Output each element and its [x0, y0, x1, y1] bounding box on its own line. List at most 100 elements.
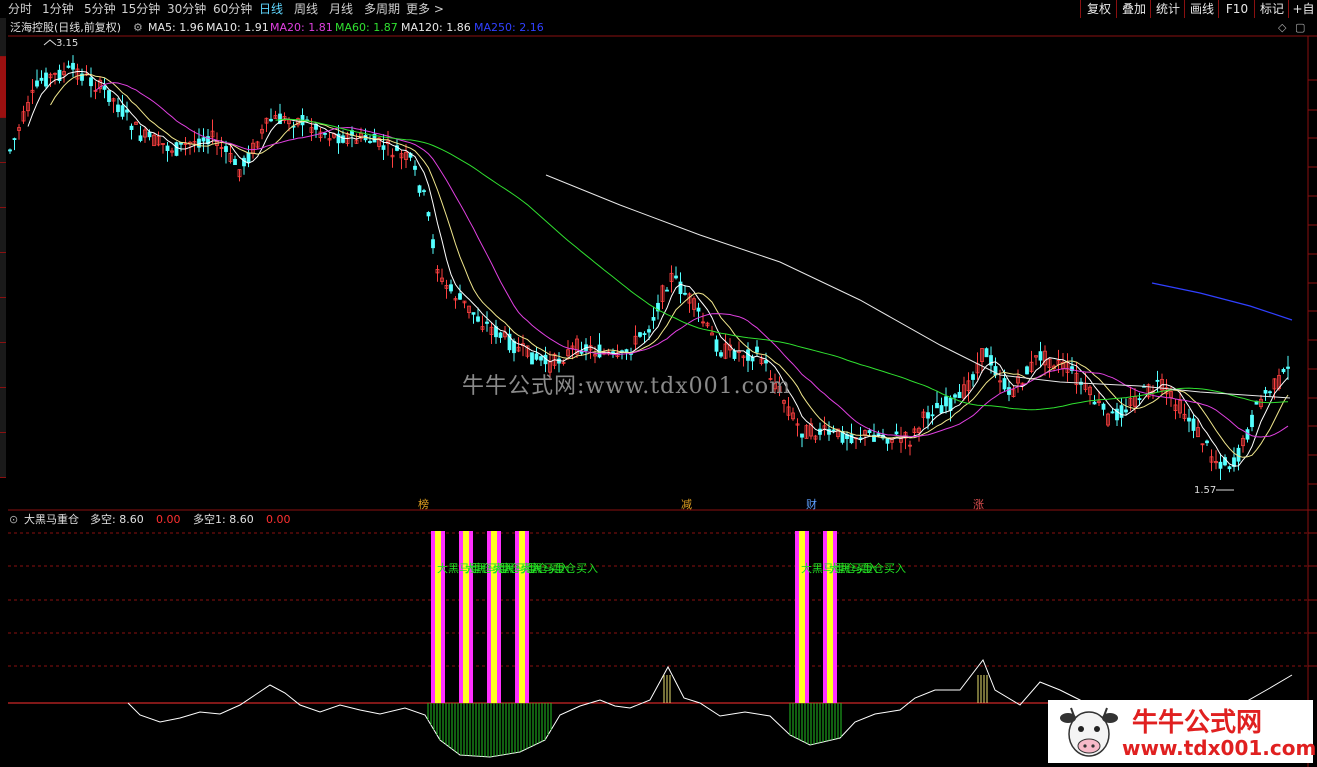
- candle-body: [471, 312, 476, 315]
- candle-body: [696, 307, 701, 312]
- candle-body: [1137, 398, 1142, 401]
- signal-label: 大黑马重仓买入: [829, 562, 906, 575]
- candle-body: [1191, 418, 1196, 431]
- candle-body: [714, 339, 719, 352]
- candle-body: [1286, 366, 1290, 369]
- candle-body: [894, 431, 899, 435]
- buy-signal-bar-core: [519, 531, 525, 703]
- watermark-text: 牛牛公式网:www.tdx001.com: [462, 374, 792, 399]
- candle-body: [431, 239, 435, 249]
- candle-body: [1007, 387, 1011, 395]
- candle-body: [233, 158, 237, 166]
- buy-signal-bar-core: [463, 531, 469, 703]
- candle-body: [201, 137, 206, 142]
- candle-body: [1101, 403, 1106, 410]
- candle-body: [831, 429, 836, 432]
- indicator-collapse-icon[interactable]: ⊙: [9, 512, 18, 528]
- candle-body: [530, 352, 534, 365]
- candle-body: [413, 165, 417, 170]
- candle-body: [120, 105, 125, 117]
- candle-body: [755, 346, 759, 353]
- candle-body: [1218, 461, 1223, 469]
- candle-body: [1110, 411, 1115, 414]
- candle-body: [674, 275, 678, 279]
- candle-body: [719, 352, 723, 357]
- cow-mascot-icon: [1060, 707, 1118, 757]
- candle-body: [476, 316, 480, 322]
- candle-body: [683, 292, 687, 295]
- candle-body: [953, 394, 957, 398]
- ma5-line: [27, 71, 1289, 467]
- indicator-value-2-extra: 0.00: [266, 513, 291, 526]
- candle-body: [638, 332, 642, 337]
- event-marker[interactable]: 财: [806, 496, 817, 512]
- candle-body: [948, 397, 953, 411]
- site-logo: 牛牛公式网 www.tdx001.com: [1048, 700, 1316, 763]
- candle-body: [381, 145, 386, 150]
- candle-body: [930, 414, 935, 417]
- candle-body: [1155, 379, 1160, 382]
- candle-body: [39, 77, 44, 81]
- high-arrow: [43, 39, 57, 46]
- candle-body: [422, 190, 426, 193]
- event-marker[interactable]: 涨: [973, 496, 984, 512]
- candle-body: [944, 396, 948, 407]
- candle-body: [246, 152, 251, 163]
- candle-body: [971, 374, 975, 380]
- candle-body: [984, 348, 989, 358]
- candle-body: [12, 138, 17, 141]
- candle-body: [534, 353, 539, 360]
- candle-body: [885, 438, 890, 444]
- buy-signal-bar-core: [827, 531, 833, 703]
- candle-body: [1250, 414, 1254, 428]
- candle-body: [858, 437, 863, 440]
- indicator-name: 大黑马重仓: [24, 513, 79, 526]
- candle-body: [89, 77, 93, 87]
- candle-body: [1236, 447, 1241, 462]
- candle-body: [341, 135, 345, 143]
- candle-body: [498, 332, 503, 338]
- candle-body: [174, 142, 179, 156]
- candle-body: [8, 149, 12, 152]
- candle-body: [224, 146, 228, 152]
- candle-body: [957, 391, 962, 399]
- ma120-line: [545, 174, 1291, 399]
- candle-body: [764, 360, 768, 364]
- candle-body: [642, 333, 647, 336]
- candle-body: [107, 90, 111, 102]
- buy-signal-bar-core: [435, 531, 441, 703]
- candle-body: [116, 104, 120, 113]
- candle-body: [1038, 351, 1043, 361]
- candle-body: [1092, 401, 1097, 405]
- candle-body: [44, 72, 48, 87]
- candle-body: [512, 340, 516, 354]
- candle-body: [323, 133, 327, 135]
- candle-body: [1268, 391, 1272, 394]
- candle-body: [1227, 466, 1232, 470]
- candle-body: [449, 284, 453, 292]
- candle-body: [426, 212, 431, 217]
- candle-body: [368, 140, 372, 143]
- buy-signal-bar-core: [799, 531, 805, 703]
- candle-body: [1205, 440, 1209, 444]
- buy-signal-bar-core: [491, 531, 497, 703]
- candle-body: [935, 402, 939, 409]
- candle-body: [1281, 369, 1286, 373]
- candle-body: [165, 145, 170, 152]
- candle-body: [1263, 390, 1268, 394]
- candle-body: [800, 433, 804, 438]
- candle-body: [1187, 417, 1191, 422]
- event-marker[interactable]: 减: [681, 496, 692, 512]
- candle-body: [66, 65, 71, 68]
- candle-body: [539, 356, 543, 361]
- ma60-line: [275, 118, 1289, 411]
- candle-body: [125, 109, 129, 113]
- candle-body: [417, 185, 422, 193]
- logo-title: 牛牛公式网: [1132, 708, 1263, 738]
- candle-body: [926, 412, 930, 419]
- candle-body: [71, 62, 75, 70]
- candle-body: [1124, 409, 1128, 413]
- event-marker[interactable]: 榜: [418, 496, 429, 512]
- candle-body: [458, 293, 462, 300]
- candle-body: [35, 80, 39, 87]
